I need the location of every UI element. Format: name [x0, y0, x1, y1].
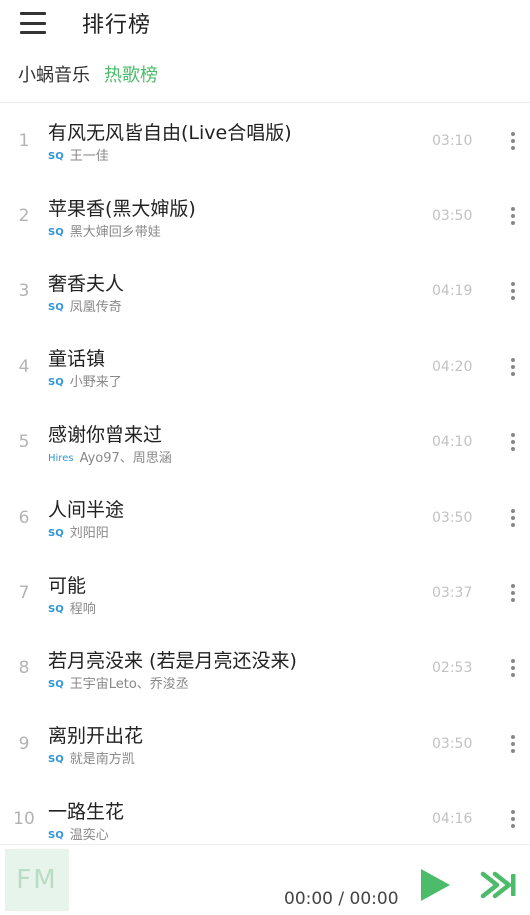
- song-duration: 03:50: [432, 509, 473, 526]
- quality-badge: SQ: [48, 226, 64, 238]
- song-index: 6: [18, 507, 30, 528]
- song-info: 感谢你曾来过 Hires Ayo97、周思涵: [48, 418, 432, 467]
- play-icon[interactable]: [418, 867, 452, 903]
- song-index: 4: [18, 356, 30, 377]
- song-artist: 王宇宙Leto、乔浚丞: [69, 676, 189, 692]
- more-options-icon[interactable]: [496, 653, 530, 683]
- menu-icon[interactable]: [20, 12, 46, 34]
- page-title: 排行榜: [82, 13, 152, 38]
- song-title: 童话镇: [48, 348, 106, 371]
- more-options-icon[interactable]: [496, 276, 530, 306]
- song-row[interactable]: 3 奢香夫人 SQ 凤凰传奇 04:19: [0, 254, 530, 329]
- song-info: 童话镇 SQ 小野来了: [48, 342, 432, 391]
- song-list: 1 有风无风皆自由(Live合唱版) SQ 王一佳 03:10 2 苹果香(黑大婶…: [0, 103, 530, 857]
- more-options-icon[interactable]: [496, 352, 530, 382]
- more-options-icon[interactable]: [496, 804, 530, 834]
- breadcrumb-current: 热歌榜: [104, 65, 158, 86]
- song-info: 一路生花 SQ 温奕心: [48, 795, 432, 844]
- song-duration: 02:53: [432, 660, 473, 677]
- breadcrumb-source[interactable]: 小蜗音乐: [18, 61, 90, 87]
- song-info: 苹果香(黑大婶版) SQ 黑大婶回乡带娃: [48, 192, 432, 241]
- song-row[interactable]: 4 童话镇 SQ 小野来了 04:20: [0, 329, 530, 404]
- quality-badge: SQ: [48, 528, 64, 540]
- song-title: 感谢你曾来过: [48, 423, 163, 446]
- song-artist: 黑大婶回乡带娃: [69, 224, 161, 240]
- more-options-icon[interactable]: [496, 503, 530, 533]
- quality-badge: SQ: [48, 678, 64, 690]
- song-row[interactable]: 5 感谢你曾来过 Hires Ayo97、周思涵 04:10: [0, 405, 530, 480]
- song-row[interactable]: 6 人间半途 SQ 刘阳阳 03:50: [0, 480, 530, 555]
- quality-badge: SQ: [48, 603, 64, 615]
- song-row[interactable]: 7 可能 SQ 程响 03:37: [0, 555, 530, 630]
- song-title: 若月亮没来 (若是月亮还没来): [48, 649, 297, 672]
- song-info: 有风无风皆自由(Live合唱版) SQ 王一佳: [48, 116, 432, 165]
- song-index: 10: [13, 809, 35, 830]
- song-row[interactable]: 2 苹果香(黑大婶版) SQ 黑大婶回乡带娃 03:50: [0, 178, 530, 253]
- song-title: 离别开出花: [48, 725, 144, 748]
- quality-badge: SQ: [48, 377, 64, 389]
- quality-badge: SQ: [48, 754, 64, 766]
- more-options-icon[interactable]: [496, 578, 530, 608]
- song-duration: 03:10: [432, 132, 473, 149]
- song-duration: 03:50: [432, 735, 473, 752]
- song-index: 2: [18, 206, 30, 227]
- next-track-icon[interactable]: [480, 871, 518, 899]
- song-row[interactable]: 8 若月亮没来 (若是月亮还没来) SQ 王宇宙Leto、乔浚丞 02:53: [0, 631, 530, 706]
- song-index: 9: [18, 733, 30, 754]
- app-header: 排行榜: [0, 0, 530, 46]
- song-title: 苹果香(黑大婶版): [48, 197, 196, 220]
- song-index: 5: [18, 432, 30, 453]
- song-title: 一路生花: [48, 800, 125, 823]
- song-artist: 就是南方凯: [69, 752, 135, 768]
- song-title: 人间半途: [48, 499, 125, 522]
- song-info: 若月亮没来 (若是月亮还没来) SQ 王宇宙Leto、乔浚丞: [48, 644, 432, 693]
- more-options-icon[interactable]: [496, 126, 530, 156]
- song-artist: Ayo97、周思涵: [79, 450, 172, 466]
- quality-badge: Hires: [48, 452, 74, 464]
- song-duration: 03:50: [432, 208, 473, 225]
- mini-player: FM 00:00 / 00:00: [0, 844, 530, 915]
- more-options-icon[interactable]: [496, 201, 530, 231]
- song-index: 3: [18, 281, 30, 302]
- song-title: 可能: [48, 574, 87, 597]
- song-info: 可能 SQ 程响: [48, 569, 432, 618]
- song-artist: 温奕心: [69, 827, 109, 843]
- song-artist: 凤凰传奇: [69, 299, 122, 315]
- song-info: 奢香夫人 SQ 凤凰传奇: [48, 267, 432, 316]
- song-title: 奢香夫人: [48, 272, 125, 295]
- song-duration: 04:10: [432, 434, 473, 451]
- song-duration: 04:19: [432, 283, 473, 300]
- song-artist: 刘阳阳: [69, 526, 109, 542]
- breadcrumb: 小蜗音乐 热歌榜: [0, 46, 530, 103]
- song-duration: 04:16: [432, 811, 473, 828]
- song-duration: 04:20: [432, 358, 473, 375]
- song-info: 人间半途 SQ 刘阳阳: [48, 493, 432, 542]
- song-artist: 王一佳: [69, 149, 109, 165]
- song-index: 7: [18, 583, 30, 604]
- song-index: 8: [18, 658, 30, 679]
- song-row[interactable]: 1 有风无风皆自由(Live合唱版) SQ 王一佳 03:10: [0, 103, 530, 178]
- song-index: 1: [18, 130, 30, 151]
- song-row[interactable]: 9 离别开出花 SQ 就是南方凯 03:50: [0, 706, 530, 781]
- song-info: 离别开出花 SQ 就是南方凯: [48, 719, 432, 768]
- playback-time: 00:00 / 00:00: [284, 889, 399, 909]
- more-options-icon[interactable]: [496, 427, 530, 457]
- quality-badge: SQ: [48, 829, 64, 841]
- quality-badge: SQ: [48, 151, 64, 163]
- song-artist: 小野来了: [69, 375, 122, 391]
- more-options-icon[interactable]: [496, 729, 530, 759]
- song-title: 有风无风皆自由(Live合唱版): [48, 122, 292, 145]
- song-duration: 03:37: [432, 585, 473, 602]
- quality-badge: SQ: [48, 301, 64, 313]
- fm-cover[interactable]: FM: [5, 849, 69, 911]
- song-artist: 程响: [69, 601, 96, 617]
